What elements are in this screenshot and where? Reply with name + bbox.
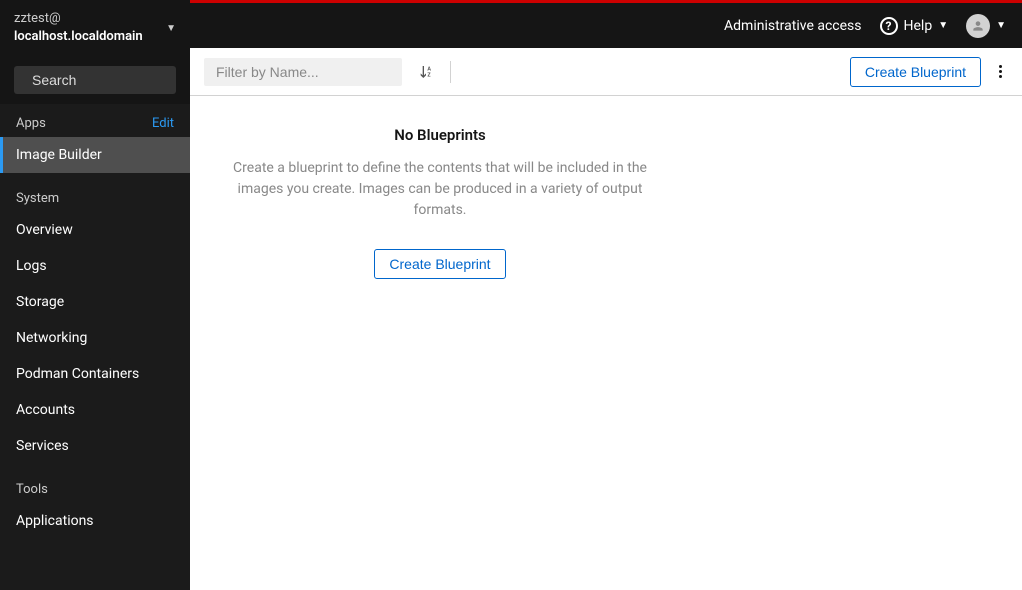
sidebar-item-accounts[interactable]: Accounts [0, 392, 190, 428]
empty-title: No Blueprints [190, 126, 690, 144]
nav-section-apps: Apps Edit [0, 104, 190, 137]
create-blueprint-button[interactable]: Create Blueprint [850, 57, 981, 87]
dot-icon [999, 75, 1002, 78]
avatar [966, 14, 990, 38]
svg-text:A: A [427, 66, 431, 72]
create-blueprint-empty-button[interactable]: Create Blueprint [374, 249, 505, 279]
person-icon [971, 19, 985, 33]
host-label: zztest@ localhost.localdomain [14, 10, 143, 46]
apps-edit-link[interactable]: Edit [152, 116, 174, 131]
toolbar-divider [450, 61, 451, 83]
toolbar: A Z Create Blueprint [190, 48, 1022, 96]
help-menu[interactable]: ? Help ▼ [880, 17, 949, 35]
chevron-down-icon: ▼ [938, 20, 948, 31]
chevron-down-icon: ▼ [166, 23, 176, 34]
admin-access-button[interactable]: Administrative access [724, 18, 861, 34]
help-label: Help [904, 18, 933, 34]
sidebar: zztest@ localhost.localdomain ▼ Apps Edi… [0, 0, 190, 590]
empty-state: No Blueprints Create a blueprint to defi… [190, 126, 690, 279]
search-input[interactable] [32, 72, 190, 88]
search-wrapper [0, 56, 190, 104]
user-menu[interactable]: ▼ [966, 14, 1006, 38]
sidebar-item-logs[interactable]: Logs [0, 248, 190, 284]
search-box[interactable] [14, 66, 176, 94]
svg-text:Z: Z [427, 72, 431, 78]
admin-access-label: Administrative access [724, 18, 861, 34]
user-label: zztest@ [14, 11, 61, 26]
main-area: Administrative access ? Help ▼ ▼ A [190, 0, 1022, 590]
host-selector[interactable]: zztest@ localhost.localdomain ▼ [0, 0, 190, 56]
nav-section-apps-label: Apps [16, 116, 46, 131]
dot-icon [999, 70, 1002, 73]
nav-section-system: System [0, 173, 190, 212]
nav-section-tools: Tools [0, 464, 190, 503]
content-area: No Blueprints Create a blueprint to defi… [190, 96, 1022, 590]
sidebar-item-podman[interactable]: Podman Containers [0, 356, 190, 392]
sidebar-item-image-builder[interactable]: Image Builder [0, 137, 190, 173]
sidebar-item-networking[interactable]: Networking [0, 320, 190, 356]
empty-description: Create a blueprint to define the content… [220, 158, 660, 221]
hostname-label: localhost.localdomain [14, 29, 143, 44]
filter-input[interactable] [204, 58, 402, 86]
sort-button[interactable]: A Z [414, 60, 438, 84]
topbar: Administrative access ? Help ▼ ▼ [190, 3, 1022, 48]
sidebar-item-services[interactable]: Services [0, 428, 190, 464]
sidebar-item-storage[interactable]: Storage [0, 284, 190, 320]
chevron-down-icon: ▼ [996, 20, 1006, 31]
sort-az-icon: A Z [418, 64, 434, 80]
dot-icon [999, 65, 1002, 68]
sidebar-item-overview[interactable]: Overview [0, 212, 190, 248]
help-icon: ? [880, 17, 898, 35]
sidebar-item-applications[interactable]: Applications [0, 503, 190, 539]
kebab-menu[interactable] [993, 61, 1008, 82]
